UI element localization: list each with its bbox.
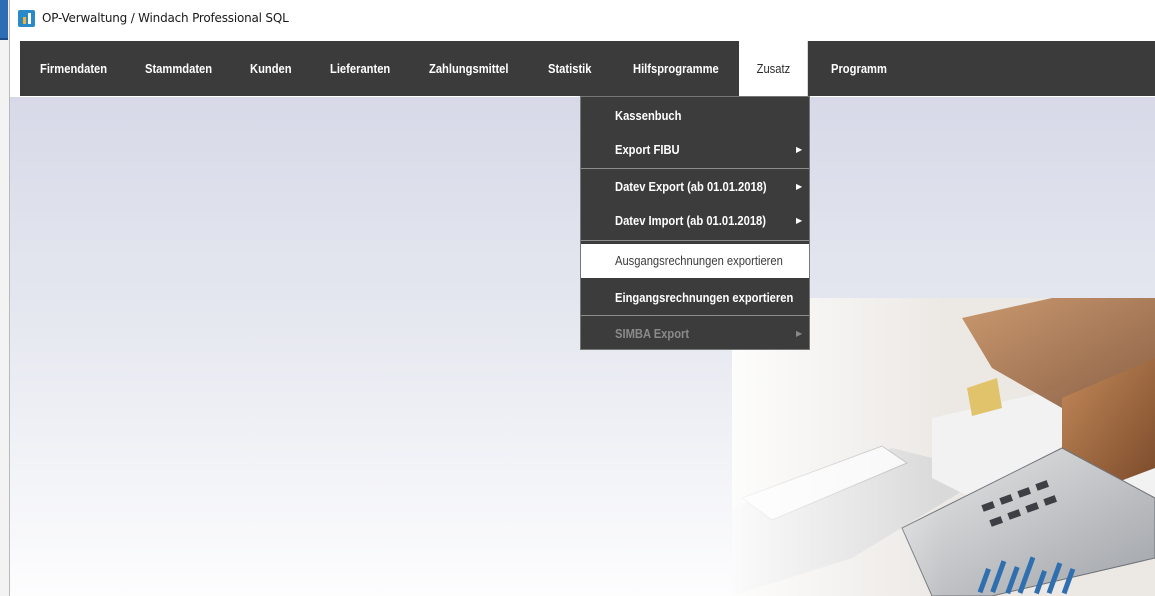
menu-hilfsprogramme[interactable]: Hilfsprogramme (633, 41, 719, 96)
submenu-arrow-icon: ▶ (796, 182, 803, 191)
menu-item-ausgangsrechnungen-exportieren[interactable]: Ausgangsrechnungen exportieren (581, 244, 809, 278)
left-edge-tab (0, 0, 8, 40)
menu-separator (581, 315, 809, 316)
menu-kunden[interactable]: Kunden (250, 41, 292, 96)
menu-stammdaten[interactable]: Stammdaten (145, 41, 212, 96)
title-bar: OP-Verwaltung / Windach Professional SQL (10, 0, 1155, 40)
left-window-edge (0, 0, 10, 596)
menu-separator (581, 168, 809, 169)
menu-lieferanten[interactable]: Lieferanten (330, 41, 390, 96)
menu-item-datev-import[interactable]: Datev Import (ab 01.01.2018) ▶ (581, 204, 809, 238)
menu-separator (581, 240, 809, 241)
menu-item-datev-export[interactable]: Datev Export (ab 01.01.2018) ▶ (581, 170, 809, 204)
menu-item-eingangsrechnungen-exportieren[interactable]: Eingangsrechnungen exportieren (581, 281, 809, 315)
zusatz-dropdown-menu: Kassenbuch Export FIBU ▶ Datev Export (a… (580, 96, 810, 350)
submenu-arrow-icon: ▶ (796, 216, 803, 225)
menu-firmendaten[interactable]: Firmendaten (40, 41, 107, 96)
menu-zusatz[interactable]: Zusatz (739, 41, 808, 96)
menu-statistik[interactable]: Statistik (548, 41, 591, 96)
submenu-arrow-icon: ▶ (796, 329, 803, 338)
menu-item-kassenbuch[interactable]: Kassenbuch (581, 99, 809, 133)
main-menubar: Firmendaten Stammdaten Kunden Lieferante… (20, 41, 1155, 96)
menu-item-simba-export: SIMBA Export ▶ (581, 317, 809, 351)
app-icon (18, 10, 35, 27)
submenu-arrow-icon: ▶ (796, 145, 803, 154)
menu-programm[interactable]: Programm (831, 41, 887, 96)
window-title: OP-Verwaltung / Windach Professional SQL (42, 11, 289, 25)
menu-item-export-fibu[interactable]: Export FIBU ▶ (581, 133, 809, 167)
menu-zahlungsmittel[interactable]: Zahlungsmittel (429, 41, 509, 96)
